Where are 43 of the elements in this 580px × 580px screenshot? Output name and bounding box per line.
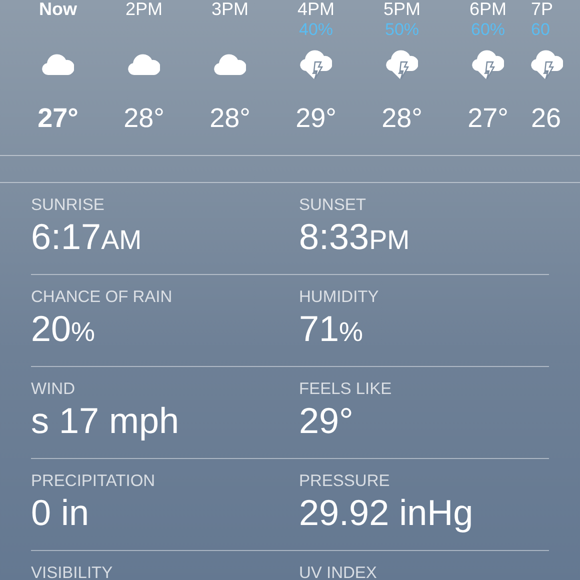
rain-chance: 60%	[470, 20, 506, 39]
detail-value: 29°	[299, 399, 354, 443]
detail-label: SUNSET	[299, 195, 367, 215]
detail-label: VISIBILITY	[31, 563, 114, 580]
hour-temperature: 28°	[124, 103, 164, 134]
rain-chance: 60	[531, 20, 550, 39]
thunderstorm-icon	[300, 49, 332, 79]
hour-label: 3PM	[211, 0, 248, 18]
detail-label: WIND	[31, 379, 76, 399]
detail-label: PRECIPITATION	[31, 471, 156, 491]
detail-label: UV INDEX	[299, 563, 378, 580]
thunderstorm-icon	[386, 49, 418, 79]
hour-temperature: 26	[531, 103, 562, 134]
hour-temperature: 28°	[210, 103, 250, 134]
hour-label: 7P	[531, 0, 554, 18]
rain-chance: 50%	[384, 20, 420, 39]
rain-chance: 40%	[298, 20, 334, 39]
hour-temperature: 28°	[382, 103, 422, 134]
detail-value: 0 in	[31, 491, 90, 535]
hour-label: 5PM	[383, 0, 420, 18]
detail-value: 20%	[31, 307, 96, 351]
hour-label: 2PM	[125, 0, 162, 18]
thunderstorm-icon	[531, 49, 563, 79]
thunderstorm-icon	[472, 49, 504, 79]
detail-value: s 17 mph	[31, 399, 180, 443]
detail-value: 8:33PM	[299, 215, 411, 259]
hour-label: 6PM	[469, 0, 506, 18]
hour-temperature: 27°	[38, 103, 78, 134]
detail-label: FEELS LIKE	[299, 379, 393, 399]
detail-label: SUNRISE	[31, 195, 106, 215]
detail-value: 29.92 inHg	[299, 491, 474, 535]
detail-label: PRESSURE	[299, 471, 391, 491]
hour-label: Now	[39, 0, 77, 18]
hour-temperature: 27°	[468, 103, 508, 134]
detail-value: 6:17AM	[31, 215, 143, 259]
detail-value: 71%	[299, 307, 364, 351]
hour-label: 4PM	[297, 0, 334, 18]
cloud-icon	[214, 53, 246, 75]
cloud-icon	[128, 53, 160, 75]
detail-label: HUMIDITY	[299, 287, 380, 307]
detail-label: CHANCE OF RAIN	[31, 287, 174, 307]
cloud-icon	[42, 53, 74, 75]
hour-temperature: 29°	[296, 103, 336, 134]
